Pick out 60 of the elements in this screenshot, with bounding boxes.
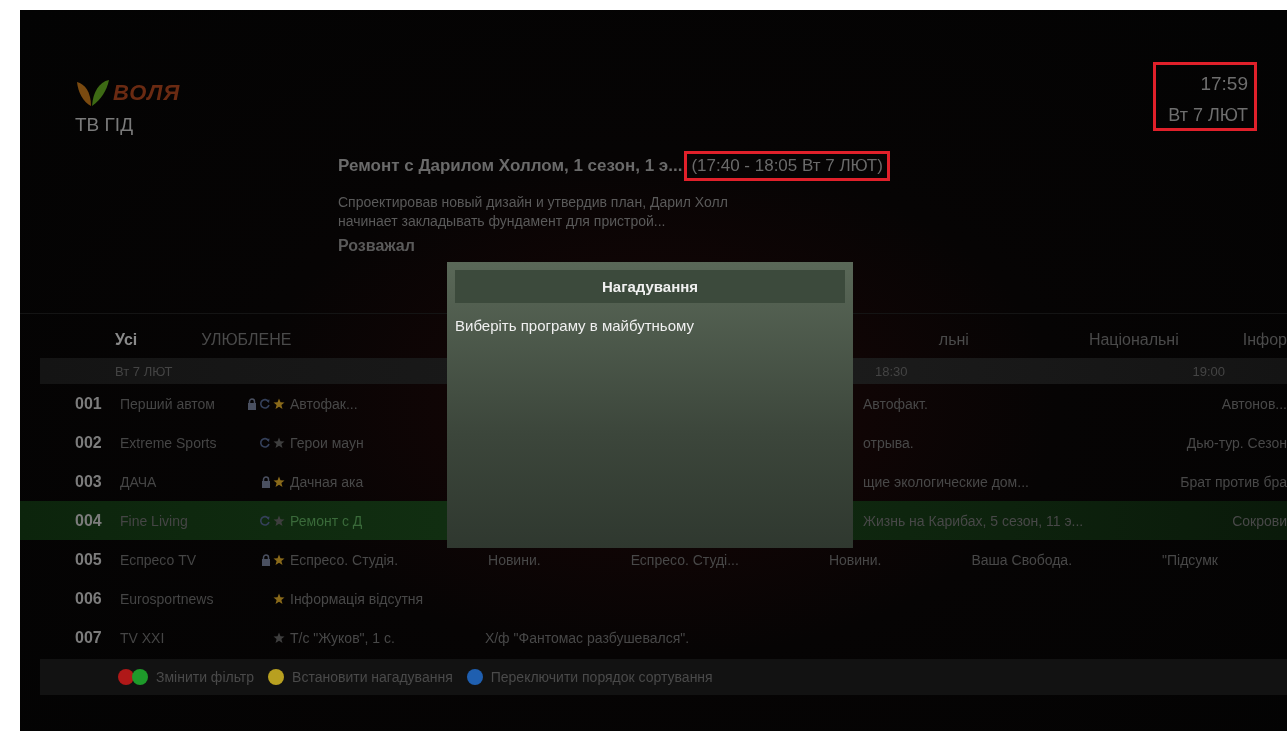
- filter-tab[interactable]: льні: [938, 331, 969, 349]
- channel-name: Перший автом: [120, 395, 216, 412]
- logo-text: ВОЛЯ: [113, 80, 181, 106]
- hint-label: Змінити фільтр: [156, 669, 255, 685]
- channel-name: Extreme Sports: [120, 434, 218, 451]
- channel-number: 001: [75, 394, 103, 413]
- channel-number: 002: [75, 433, 103, 452]
- channel-name: Eurosportnews: [120, 590, 215, 607]
- program-cell[interactable]: Ремонт с Д: [290, 512, 363, 529]
- channel-row[interactable]: 001 Перший автом Автофак... Автофакт. Автонов...: [20, 384, 1287, 423]
- channel-name: Fine Living: [120, 512, 189, 529]
- program-genre: Розважал: [338, 237, 415, 254]
- program-cell[interactable]: Сокрови: [1232, 512, 1287, 529]
- program-cell[interactable]: Дачная ака: [290, 473, 364, 490]
- leaf-logo-icon: [75, 78, 111, 108]
- program-cell[interactable]: Еспресо. Студія.: [290, 551, 399, 568]
- channel-row[interactable]: 007 TV XXI Т/с "Жуков", 1 с. Х/ф "Фантомас разбушевался".: [20, 618, 1287, 657]
- hint-label: Переключити порядок сортування: [490, 669, 713, 685]
- program-cell[interactable]: Дью-тур. Сезон: [1186, 434, 1287, 451]
- filter-tab[interactable]: Усі: [115, 331, 138, 349]
- filter-tab[interactable]: Національні: [1088, 331, 1179, 349]
- program-cell[interactable]: Жизнь на Карибах, 5 сезон, 11 э...: [863, 512, 1084, 529]
- program-cell[interactable]: Брат против бра: [1180, 473, 1287, 490]
- program-cell[interactable]: Еспресо. Студі...: [630, 551, 739, 568]
- channel-name: Еспресо TV: [120, 551, 198, 568]
- clock-date: Вт 7 ЛЮТ: [1168, 105, 1248, 126]
- program-cell[interactable]: Автофакт.: [863, 395, 928, 412]
- channel-number: 003: [75, 472, 103, 491]
- filter-tab[interactable]: УЛЮБЛЕНЕ: [201, 331, 292, 349]
- program-cell[interactable]: Ваша Свобода.: [971, 551, 1073, 568]
- section-title: ТВ ГІД: [75, 114, 134, 136]
- program-description: Спроектировав новый дизайн и утвердив план, Дарил Холл начинает закладывать фундамент для пристрой...: [338, 193, 729, 231]
- program-cell[interactable]: Інформація відсутня: [290, 590, 424, 607]
- program-cell[interactable]: Автонов...: [1221, 395, 1287, 412]
- program-cell[interactable]: Автофак...: [290, 395, 358, 412]
- dialog-message: Виберіть програму в майбутньому: [455, 317, 695, 334]
- program-cell[interactable]: Т/с "Жуков", 1 с.: [290, 629, 395, 646]
- channel-row[interactable]: 006 Eurosportnews Інформація відсутня: [20, 579, 1287, 618]
- program-cell[interactable]: Новини.: [828, 551, 882, 568]
- channel-name: ДАЧА: [120, 473, 158, 490]
- program-cell[interactable]: "Підсумк: [1162, 551, 1218, 568]
- program-title: Ремонт с Дарилом Холлом, 1 сезон, 1 э...: [338, 156, 683, 176]
- program-cell[interactable]: отрыва.: [863, 434, 914, 451]
- program-time-range: (17:40 - 18:05 Вт 7 ЛЮТ): [684, 151, 890, 181]
- clock-time: 17:59: [1200, 73, 1248, 95]
- channel-row[interactable]: 003 ДАЧА Дачная ака щие экологические дом... Брат против бра: [20, 462, 1287, 501]
- channel-number: 007: [75, 628, 103, 647]
- channel-number: 006: [75, 589, 103, 608]
- program-cell[interactable]: Новини.: [488, 551, 541, 568]
- dialog-title: Нагадування: [455, 270, 845, 303]
- channel-number: 005: [75, 550, 103, 569]
- program-cell[interactable]: Х/ф "Фантомас разбушевался".: [484, 629, 690, 646]
- channel-row[interactable]: 002 Extreme Sports Герои маун отрыва. Дью-тур. Сезон: [20, 423, 1287, 462]
- program-cell[interactable]: щие экологические дом...: [863, 473, 1029, 490]
- channel-row[interactable]: 005 Еспресо TV Еспресо. Студія. Новини. Еспресо. Студі... Новини. Ваша Свобода. "Підсумк: [20, 540, 1287, 579]
- channel-number: 004: [75, 511, 103, 530]
- channel-name: TV XXI: [120, 629, 166, 646]
- hint-label: Встановити нагадування: [292, 669, 453, 685]
- program-cell[interactable]: Герои маун: [290, 434, 364, 451]
- filter-tab[interactable]: Інфор: [1242, 331, 1287, 349]
